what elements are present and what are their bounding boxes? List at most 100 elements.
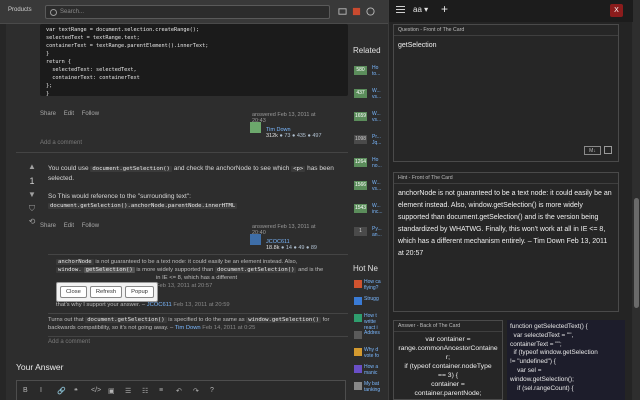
editor-tool-1[interactable]: I [40, 387, 42, 394]
editor-toolbar: B I 🔗 ❝ </> ▣ ☰ ☷ ≡ ↶ ↷? [16, 380, 346, 400]
bookmark-icon[interactable]: ⛉ [26, 204, 38, 214]
code-line: function getSelectedText() { [510, 323, 588, 330]
edit-link[interactable]: Edit [64, 223, 74, 229]
code-line: selectedText = textRange.text; [46, 35, 140, 41]
add-card-button[interactable]: + [441, 2, 448, 16]
related-question-link[interactable]: Ho no... [372, 157, 388, 169]
upvote-button[interactable]: ▲ [26, 162, 38, 171]
editor-tool-0[interactable]: B [23, 387, 28, 394]
comment-user[interactable]: JCOC611 [147, 302, 172, 308]
refresh-button[interactable]: Refresh [89, 286, 123, 298]
deck-selector[interactable]: aa ▾ [413, 5, 428, 14]
vote-count: 1 [29, 176, 35, 186]
divider [16, 152, 348, 153]
related-score-badge: 1264 [354, 158, 367, 167]
editor-tool-3[interactable]: ❝ [74, 387, 78, 395]
close-panel-button[interactable]: X [610, 4, 623, 17]
related-heading: Related [353, 46, 381, 55]
add-comment-link[interactable]: Add a comment [40, 140, 82, 146]
user-rep: 18.8k [266, 245, 280, 251]
scrollbar-thumb[interactable] [634, 198, 639, 308]
related-question-link[interactable]: W... vs... [372, 88, 388, 100]
related-score-badge: 437 [354, 89, 367, 98]
code-line: var selectedText = "", [510, 331, 574, 339]
site-topbar: Products Search... [0, 0, 390, 24]
editor-tool-7[interactable]: ☷ [142, 387, 148, 395]
edit-link[interactable]: Edit [64, 111, 74, 117]
related-question-link[interactable]: Py... an... [372, 226, 388, 238]
comment-user[interactable]: Tim Down [175, 325, 201, 331]
hot-question-link[interactable]: Addres [364, 330, 388, 336]
selection-popup: Close Refresh Popup [56, 282, 158, 302]
user-signature: answered Feb 13, 2011 at 20:40 JCOC611 1… [248, 222, 334, 251]
editor-tool-8[interactable]: ≡ [159, 387, 163, 394]
inline-code: window.getSelection() [246, 317, 322, 323]
avatar[interactable] [250, 234, 261, 245]
left-gutter [0, 24, 6, 400]
hot-question-link[interactable]: How t writte react i [364, 313, 388, 331]
code-line: containerText: containerText [46, 75, 140, 81]
preview-toggle[interactable] [604, 146, 612, 154]
inline-code: getSelection() [83, 267, 135, 273]
code-line: var textRange = document.selection.creat… [46, 27, 200, 33]
related-question-link[interactable]: Ho to... [372, 65, 388, 77]
site-icon [354, 348, 362, 356]
answer-text: You could use [48, 165, 89, 172]
answer-line: if (typeof container.nodeType [404, 363, 492, 370]
question-text[interactable]: getSelection [394, 36, 618, 56]
inline-code: anchorNode [56, 259, 94, 265]
follow-link[interactable]: Follow [82, 223, 99, 229]
comment-text: Turns out that [48, 317, 84, 323]
related-question-link[interactable]: Pr... Jq... [372, 134, 388, 146]
editor-tool-2[interactable]: 🔗 [57, 387, 66, 395]
editor-tool-10[interactable]: ↷ [193, 387, 199, 395]
scrollbar[interactable] [633, 0, 640, 400]
deck-name: aa [413, 5, 422, 14]
inline-code: document.getSelection().anchorNode.paren… [48, 203, 238, 209]
help-icon[interactable] [366, 7, 375, 16]
history-icon[interactable]: ⟲ [26, 217, 38, 226]
related-score-badge: 1543 [354, 204, 367, 213]
answer-card[interactable]: Answer - Back of The Card var container … [393, 320, 503, 400]
popup-button[interactable]: Popup [125, 286, 154, 298]
answer-line: range.commonAncestorContaine [398, 345, 498, 352]
user-badges: ● 73 ● 435 ● 497 [279, 133, 322, 139]
hot-question-link[interactable]: Strugg [364, 296, 388, 302]
editor-tool-11[interactable]: ? [210, 387, 214, 394]
site-icon [354, 314, 362, 322]
panel-toolbar: aa ▾ + X [389, 0, 633, 22]
share-link[interactable]: Share [40, 111, 56, 117]
close-button[interactable]: Close [60, 286, 87, 298]
markdown-icon[interactable]: M↓ [584, 146, 601, 155]
follow-link[interactable]: Follow [82, 111, 99, 117]
achievements-icon[interactable] [338, 7, 347, 16]
editor-tool-4[interactable]: </> [91, 387, 101, 394]
hot-network-heading: Hot Ne [353, 264, 378, 273]
menu-icon[interactable] [396, 6, 405, 14]
related-question-link[interactable]: W... inc... [372, 203, 388, 215]
search-input[interactable]: Search... [45, 5, 330, 19]
divider [48, 313, 348, 314]
editor-tool-5[interactable]: ▣ [108, 387, 115, 395]
avatar[interactable] [250, 122, 261, 133]
hint-card[interactable]: Hint - Front of The Card anchorNode is n… [393, 172, 619, 312]
code-block: var textRange = document.selection.creat… [40, 24, 348, 97]
editor-tool-6[interactable]: ☰ [125, 387, 131, 395]
products-menu[interactable]: Products [8, 7, 32, 13]
related-question-link[interactable]: W... vs... [372, 111, 388, 123]
hot-question-link[interactable]: Why d vote fo [364, 347, 388, 359]
hint-text[interactable]: anchorNode is not guaranteed to be a tex… [394, 184, 618, 264]
editor-tool-9[interactable]: ↶ [176, 387, 182, 395]
related-question-link[interactable]: W... vs... [372, 180, 388, 192]
downvote-button[interactable]: ▼ [26, 190, 38, 199]
hot-question-link[interactable]: My bat tanking [364, 381, 388, 393]
add-comment-link[interactable]: Add a comment [48, 339, 90, 345]
answer-body: You could use document.getSelection() an… [48, 164, 348, 183]
share-link[interactable]: Share [40, 223, 56, 229]
hot-question-link[interactable]: How a manic [364, 364, 388, 376]
answer-text[interactable]: var container = range.commonAncestorConta… [394, 332, 502, 400]
hot-question-link[interactable]: How ca flying? [364, 279, 388, 291]
inbox-icon[interactable] [352, 7, 361, 16]
site-icon [354, 297, 362, 305]
question-card[interactable]: Question - Front of The Card getSelectio… [393, 24, 619, 162]
